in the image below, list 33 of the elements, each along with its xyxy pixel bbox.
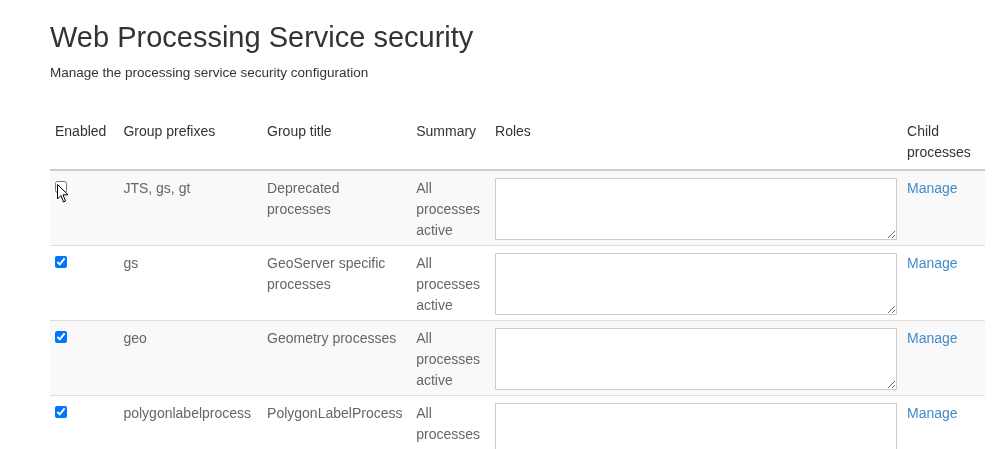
table-cell-text: PolygonLabelProcess <box>267 404 403 423</box>
page-title: Web Processing Service security <box>50 20 475 55</box>
enabled-checkbox[interactable] <box>55 181 67 193</box>
table-cell-text: GeoServer specific processes <box>267 254 387 294</box>
column-header: Enabled <box>55 122 107 141</box>
mouse-pointer-icon <box>57 184 69 203</box>
manage-link[interactable]: Manage <box>907 180 958 196</box>
page-subtitle: Manage the processing service security configuration <box>50 65 369 80</box>
enabled-checkbox[interactable] <box>55 331 67 343</box>
roles-field[interactable] <box>495 253 898 315</box>
table-cell-text: All processes <box>416 404 481 444</box>
column-header: Summary <box>416 122 477 141</box>
table-cell-text: gs <box>123 254 139 273</box>
table-cell-text: geo <box>123 329 147 348</box>
table-cell-text: polygonlabelprocess <box>123 404 252 423</box>
roles-field[interactable] <box>495 178 898 240</box>
table-cell-text: All processes active <box>416 329 481 390</box>
column-header: Child processes <box>907 122 972 162</box>
column-header: Group prefixes <box>123 122 216 141</box>
enabled-checkbox[interactable] <box>55 406 67 418</box>
enabled-checkbox[interactable] <box>55 256 67 268</box>
table-cell-text: Geometry processes <box>267 329 397 348</box>
column-header: Roles <box>495 122 531 141</box>
table-cell-text: JTS, gs, gt <box>123 179 191 198</box>
table-cell-text: All processes active <box>416 179 481 240</box>
manage-link[interactable]: Manage <box>907 405 958 421</box>
table-cell-text: All processes active <box>416 254 481 315</box>
roles-field[interactable] <box>495 328 898 390</box>
table-cell-text: Deprecated processes <box>267 179 341 219</box>
column-header: Group title <box>267 122 332 141</box>
manage-link[interactable]: Manage <box>907 330 958 346</box>
manage-link[interactable]: Manage <box>907 255 958 271</box>
roles-field[interactable] <box>495 403 898 449</box>
